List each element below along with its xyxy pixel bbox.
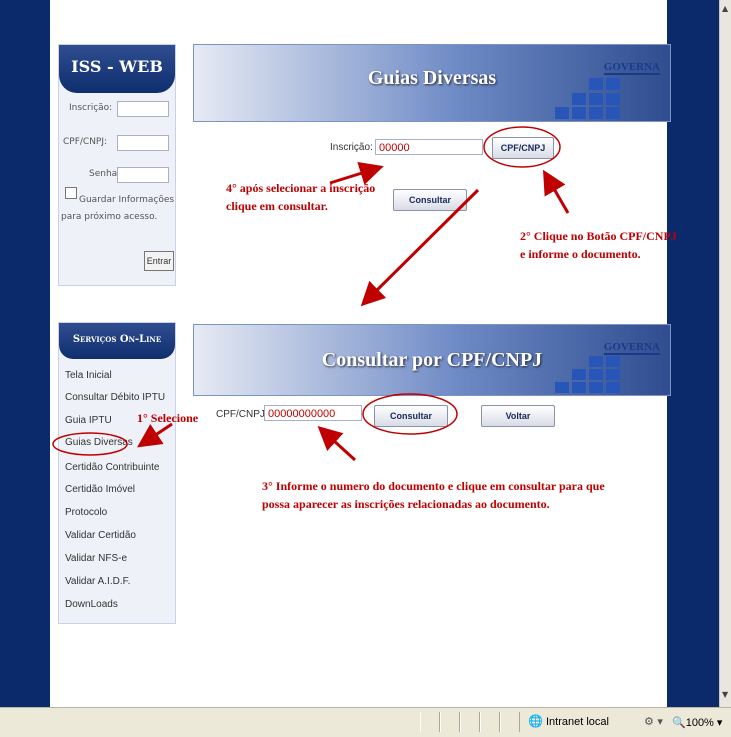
scroll-down-icon[interactable]: ▼: [722, 690, 728, 699]
service-item-validar-nfse[interactable]: Validar NFS-e: [65, 553, 127, 564]
zoom-control[interactable]: 🔍100% ▾: [672, 716, 722, 729]
inscricao-label: Inscrição:: [69, 103, 113, 113]
statusbar-cell: [440, 712, 460, 732]
zone-label: Intranet local: [546, 716, 609, 728]
logo-square: [572, 369, 586, 380]
entrar-button[interactable]: Entrar: [144, 251, 174, 271]
cpf-cnpj-input[interactable]: 00000000000: [264, 405, 362, 421]
login-panel: ISS - WEB Inscrição: CPF/CNPJ: Senha: Gu…: [58, 44, 176, 286]
remember-label: Guardar Informações: [79, 195, 175, 205]
remember-checkbox[interactable]: [65, 187, 77, 199]
consultar-cpf-button[interactable]: Consultar: [374, 405, 448, 427]
annotation-step4-line2: clique em consultar.: [226, 199, 328, 213]
statusbar-cell: [480, 712, 500, 732]
logo-square: [606, 369, 620, 380]
logo-square: [589, 93, 603, 105]
logo-square: [572, 107, 586, 119]
service-item-certidao-imovel[interactable]: Certidão Imóvel: [65, 484, 135, 495]
consultar-button[interactable]: Consultar: [393, 189, 467, 211]
cpf-label: CPF/CNPJ:: [63, 137, 108, 147]
senha-label: Senha:: [89, 169, 121, 179]
annotation-step2-line1: 2° Clique no Botão CPF/CNPJ: [520, 229, 677, 243]
annotation-step3-line1: 3° Informe o numero do documento e cliqu…: [262, 479, 605, 493]
logo-square: [589, 78, 603, 90]
statusbar-cell: [500, 712, 520, 732]
logo-square: [589, 107, 603, 119]
logo-square: [589, 369, 603, 380]
vertical-scrollbar[interactable]: ▲ ▼: [719, 0, 731, 707]
service-item-validar-aidf[interactable]: Validar A.I.D.F.: [65, 576, 130, 587]
login-title: ISS - WEB: [59, 45, 175, 93]
browser-statusbar: 🌐 Intranet local ⚙ ▾ 🔍100% ▾: [0, 707, 731, 737]
governa-logo: GOVERNA: [603, 341, 660, 355]
service-item-consultar-debito[interactable]: Consultar Débito IPTU: [65, 392, 165, 403]
globe-icon: 🌐: [528, 714, 543, 728]
services-title: Serviços On-Line: [59, 323, 175, 359]
page-right-border: [667, 0, 719, 707]
page-left-border: [0, 0, 50, 707]
login-cpf-input[interactable]: [117, 135, 169, 151]
logo-square: [572, 93, 586, 105]
service-item-tela-inicial[interactable]: Tela Inicial: [65, 370, 112, 381]
cpf-cnpj-label: CPF/CNPJ: [216, 409, 265, 420]
inscricao-label: Inscrição:: [330, 142, 373, 153]
service-item-guias-diversas[interactable]: Guias Diversas: [65, 437, 133, 448]
protected-mode-icon[interactable]: ⚙ ▾: [644, 715, 663, 728]
voltar-button[interactable]: Voltar: [481, 405, 555, 427]
service-item-validar-certidao[interactable]: Validar Certidão: [65, 530, 136, 541]
service-item-downloads[interactable]: DownLoads: [65, 599, 118, 610]
cpf-cnpj-button[interactable]: CPF/CNPJ: [492, 137, 554, 159]
zoom-icon: 🔍: [672, 717, 686, 729]
annotation-step3-line2: possa aparecer as inscrições relacionada…: [262, 497, 550, 511]
login-inscricao-input[interactable]: [117, 101, 169, 117]
guias-diversas-banner: Guias Diversas GOVERNA: [193, 44, 671, 122]
consultar-cpf-banner: Consultar por CPF/CNPJ GOVERNA: [193, 324, 671, 396]
zoom-level: 100%: [685, 717, 714, 729]
service-item-protocolo[interactable]: Protocolo: [65, 507, 107, 518]
logo-square: [572, 382, 586, 393]
login-password-input[interactable]: [117, 167, 169, 183]
remember-label-2: para próximo acesso.: [61, 212, 158, 222]
annotation-step2-line2: e informe o documento.: [520, 247, 641, 261]
logo-square: [606, 107, 620, 119]
inscricao-input[interactable]: 00000: [375, 139, 483, 155]
logo-square: [589, 382, 603, 393]
logo-square: [555, 382, 569, 393]
service-item-certidao-contribuinte[interactable]: Certidão Contribuinte: [65, 462, 160, 473]
logo-square: [555, 107, 569, 119]
logo-square: [606, 93, 620, 105]
statusbar-cell: [460, 712, 480, 732]
logo-square: [606, 78, 620, 90]
logo-square: [589, 356, 603, 367]
annotation-step1: 1° Selecione: [137, 411, 199, 425]
annotation-step4-line1: 4° após selecionar a inscrição: [226, 181, 376, 195]
scroll-up-icon[interactable]: ▲: [722, 4, 728, 13]
logo-square: [606, 382, 620, 393]
services-panel: Serviços On-Line Tela Inicial Consultar …: [58, 322, 176, 624]
governa-logo: GOVERNA: [603, 61, 660, 75]
service-item-guia-iptu[interactable]: Guia IPTU: [65, 415, 112, 426]
statusbar-cell: [420, 712, 440, 732]
logo-square: [606, 356, 620, 367]
